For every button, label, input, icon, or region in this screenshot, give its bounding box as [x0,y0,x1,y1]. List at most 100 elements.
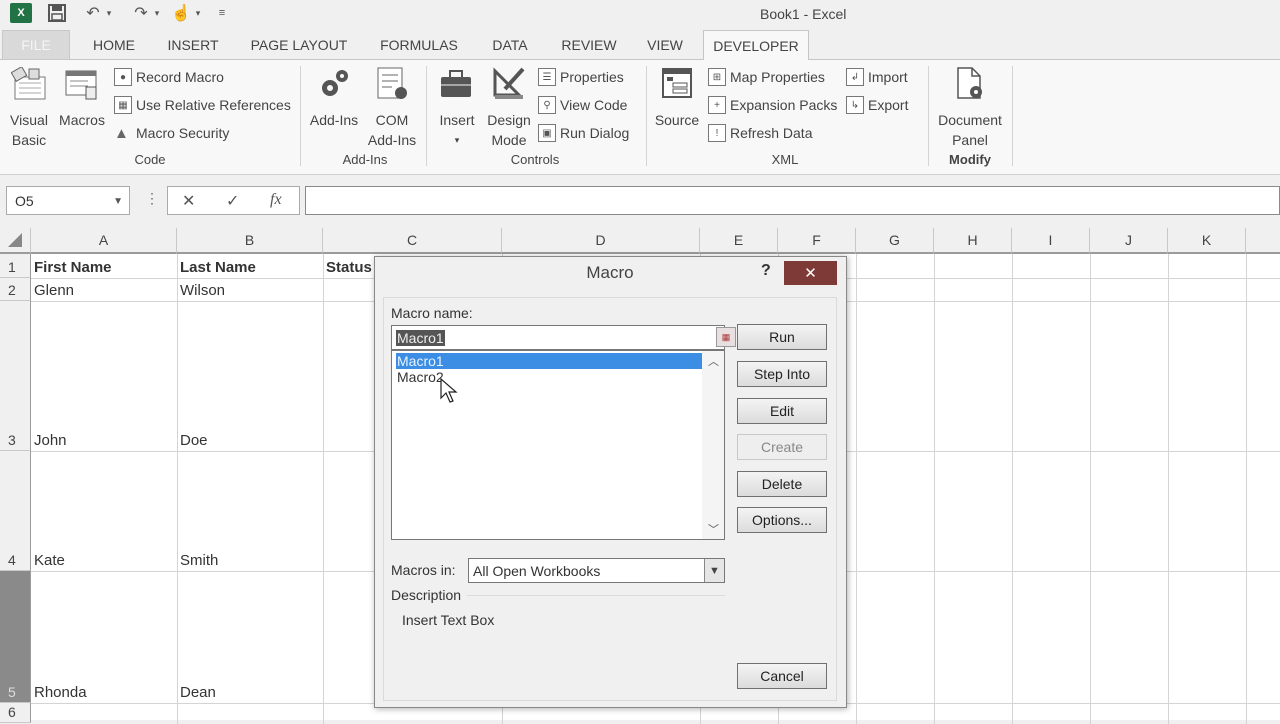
properties-button[interactable]: ☰ Properties [538,66,624,88]
column-header-f[interactable]: F [778,228,856,254]
column-header-a[interactable]: A [31,228,177,254]
macros-button[interactable]: Macros [58,66,106,130]
column-header-b[interactable]: B [177,228,323,254]
view-code-button[interactable]: ⚲ View Code [538,94,627,116]
column-header-h[interactable]: H [934,228,1012,254]
macros-in-select[interactable]: All Open Workbooks ▼ [468,558,725,583]
create-button[interactable]: Create [737,434,827,460]
excel-logo-icon[interactable]: X [10,3,32,23]
tab-page-layout[interactable]: PAGE LAYOUT [242,30,356,60]
column-header-k[interactable]: K [1168,228,1246,254]
macro-list-item[interactable]: Macro2 [396,369,444,385]
column-header-d[interactable]: D [502,228,700,254]
dialog-title: Macro [586,263,634,282]
cell-a3[interactable]: John [31,301,177,451]
warning-icon: ▲ [114,124,129,142]
row-header-2[interactable]: 2 [0,278,31,301]
formula-input[interactable] [305,186,1280,215]
column-header-i[interactable]: I [1012,228,1090,254]
undo-dropdown-icon[interactable]: ▾ [104,3,114,23]
refresh-data-button[interactable]: ! Refresh Data [708,122,812,144]
cell-b1[interactable]: Last Name [177,254,323,278]
com-label-2: Add-Ins [367,132,417,148]
tab-insert[interactable]: INSERT [160,30,226,60]
enter-formula-icon[interactable]: ✓ [226,191,239,211]
column-header-l[interactable] [1246,228,1280,254]
cancel-button[interactable]: Cancel [737,663,827,689]
source-button[interactable]: Source [652,66,702,130]
delete-button[interactable]: Delete [737,471,827,497]
import-button[interactable]: ↲ Import [846,66,908,88]
tab-home[interactable]: HOME [84,30,144,60]
help-button[interactable]: ? [761,262,771,280]
redo-dropdown-icon[interactable]: ▾ [152,3,162,23]
cell-a5[interactable]: Rhonda [31,571,177,703]
column-header-e[interactable]: E [700,228,778,254]
customize-qat-icon[interactable]: ≡ [216,3,228,23]
record-macro-button[interactable]: ● Record Macro [114,66,224,88]
touch-mode-icon[interactable]: ☝ [170,3,192,23]
chevron-down-icon[interactable]: ▼ [704,559,724,582]
macro-name-input[interactable]: Macro1 ▦ [391,325,736,350]
document-panel-button[interactable]: Document Panel [934,66,1006,150]
row-header-1[interactable]: 1 [0,254,31,278]
formula-bar-resize-handle[interactable]: ⋮ [145,190,159,207]
row-header-3[interactable]: 3 [0,301,31,451]
touch-dropdown-icon[interactable]: ▾ [193,3,203,23]
use-relative-references-button[interactable]: ▦ Use Relative References [114,94,291,116]
tab-formulas[interactable]: FORMULAS [372,30,466,60]
macro-list-item-selected[interactable]: Macro1 [396,353,702,369]
column-header-j[interactable]: J [1090,228,1168,254]
collapse-dialog-icon[interactable]: ▦ [716,327,736,347]
expansion-packs-button[interactable]: + Expansion Packs [708,94,837,116]
insert-function-icon[interactable]: fx [270,191,282,209]
select-all-corner[interactable] [0,228,31,254]
undo-icon[interactable]: ↶ [82,3,104,23]
step-into-button[interactable]: Step Into [737,361,827,387]
tab-view[interactable]: VIEW [640,30,690,60]
add-ins-button[interactable]: Add-Ins [306,66,362,130]
insert-control-button[interactable]: Insert ▾ [434,66,480,150]
macro-security-button[interactable]: ▲ Macro Security [114,122,229,144]
cancel-formula-icon[interactable]: ✕ [182,191,195,211]
options-button[interactable]: Options... [737,507,827,533]
tab-file[interactable]: FILE [2,30,70,60]
macro-list-scrollbar[interactable]: ︿ ﹀ [702,351,724,539]
cell-a4[interactable]: Kate [31,451,177,571]
cell-a1[interactable]: First Name [31,254,177,278]
cell-b4[interactable]: Smith [177,451,323,571]
insert-label: Insert [439,112,475,128]
scroll-up-icon[interactable]: ︿ [708,353,719,369]
name-box[interactable]: O5 ▼ [6,186,130,215]
redo-icon[interactable]: ↷ [130,3,152,23]
cell-b3[interactable]: Doe [177,301,323,451]
gridline [1168,254,1169,724]
name-box-dropdown-icon[interactable]: ▼ [113,196,123,207]
cell-a2[interactable]: Glenn [31,278,177,301]
row-header-6[interactable]: 6 [0,703,31,723]
row-header-4[interactable]: 4 [0,451,31,571]
row-header-5[interactable]: 5 [0,571,31,703]
save-icon[interactable] [46,3,68,23]
edit-button[interactable]: Edit [737,398,827,424]
map-properties-button[interactable]: ⊞ Map Properties [708,66,825,88]
export-button[interactable]: ↳ Export [846,94,908,116]
scroll-down-icon[interactable]: ﹀ [708,521,719,537]
import-label: Import [868,69,908,85]
run-dialog-button[interactable]: ▣ Run Dialog [538,122,629,144]
close-button[interactable]: ✕ [784,261,837,285]
com-add-ins-button[interactable]: COM Add-Ins [364,66,420,150]
gears-icon [316,66,352,102]
cell-b5[interactable]: Dean [177,571,323,703]
tab-developer[interactable]: DEVELOPER [703,30,809,61]
visual-basic-button[interactable]: Visual Basic [6,66,52,150]
tab-review[interactable]: REVIEW [556,30,622,60]
column-header-c[interactable]: C [323,228,502,254]
run-button[interactable]: Run [737,324,827,350]
design-mode-button[interactable]: Design Mode [484,66,534,150]
tab-data[interactable]: DATA [482,30,538,60]
gridline [323,254,324,724]
cell-b2[interactable]: Wilson [177,278,323,301]
gridline [1012,254,1013,724]
column-header-g[interactable]: G [856,228,934,254]
